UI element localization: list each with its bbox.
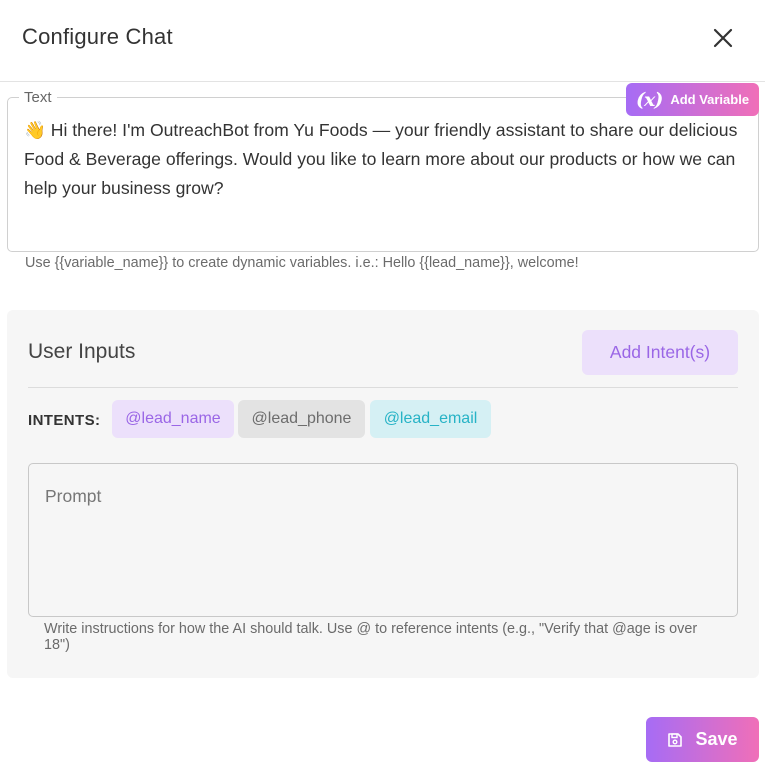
dialog-header: Configure Chat [0, 0, 765, 82]
variable-icon: (x) [636, 88, 663, 111]
close-icon [713, 28, 733, 48]
save-label: Save [695, 729, 738, 749]
user-inputs-title: User Inputs [28, 340, 136, 363]
intent-chip-lead-phone[interactable]: @lead_phone [238, 400, 365, 438]
text-field-label: Text [19, 89, 57, 106]
prompt-helper: Write instructions for how the AI should… [44, 621, 698, 653]
text-helper: Use {{variable_name}} to create dynamic … [25, 255, 579, 271]
prompt-input[interactable] [28, 463, 738, 617]
panel-divider [28, 387, 738, 388]
save-icon [667, 732, 683, 748]
save-button[interactable]: Save [646, 717, 759, 762]
intent-chip-lead-email[interactable]: @lead_email [370, 400, 491, 438]
dialog-title: Configure Chat [22, 24, 173, 49]
text-field-content[interactable]: 👋 Hi there! I'm OutreachBot from Yu Food… [24, 116, 744, 203]
close-button[interactable] [708, 23, 738, 53]
intents-label: INTENTS: [28, 412, 101, 429]
add-variable-label: Add Variable [670, 92, 750, 107]
intent-chip-lead-name[interactable]: @lead_name [112, 400, 234, 438]
configure-chat-dialog: Configure Chat Text 👋 Hi there! I'm Outr… [0, 0, 765, 774]
add-variable-button[interactable]: (x) Add Variable [626, 83, 759, 116]
add-intent-button[interactable]: Add Intent(s) [582, 330, 738, 375]
